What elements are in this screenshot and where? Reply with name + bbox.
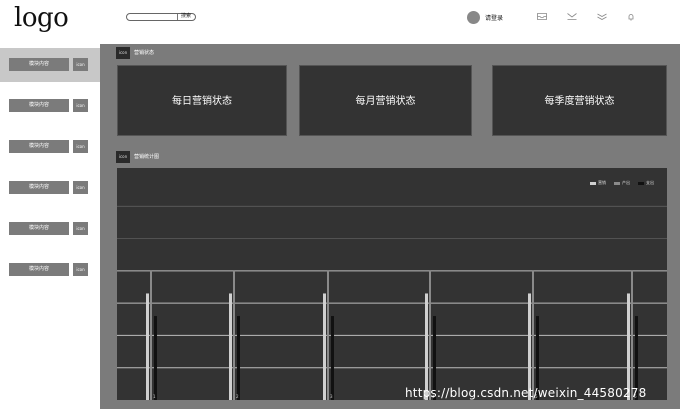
top-header: logo 搜索 请登录	[0, 0, 685, 44]
sidebar-item-label: 模块内容	[9, 140, 69, 153]
sidebar-item-label: 模块内容	[9, 99, 69, 112]
sidebar: 模块内容 icon 模块内容 icon 模块内容 icon 模块内容 icon …	[0, 44, 100, 415]
daily-status-card[interactable]: 每日营销状态	[117, 65, 287, 136]
bar-1-6	[627, 293, 630, 400]
sidebar-item-5[interactable]: 模块内容 icon	[9, 222, 88, 235]
overview-section-title: 营销状态	[134, 50, 155, 56]
bar-3-2	[237, 316, 240, 400]
monthly-status-card[interactable]: 每月营销状态	[299, 65, 472, 136]
mail-icon[interactable]	[567, 13, 577, 22]
bar-2-2	[233, 270, 235, 400]
bar-1-5	[528, 293, 531, 400]
sidebar-item-icon: icon	[73, 99, 88, 112]
sidebar-item-3[interactable]: 模块内容 icon	[9, 140, 88, 153]
watermark: https://blog.csdn.net/weixin_44580278	[405, 386, 647, 400]
login-link[interactable]: 请登录	[485, 13, 503, 22]
bar-3-3	[331, 316, 334, 400]
sidebar-item-icon: icon	[73, 181, 88, 194]
search-button[interactable]: 搜索	[181, 12, 191, 21]
search-divider	[177, 14, 178, 20]
bar-2-3	[327, 270, 329, 400]
bar-1-4	[425, 293, 428, 400]
avatar[interactable]	[467, 11, 480, 24]
logo: logo	[14, 3, 69, 33]
bar-2-4	[429, 270, 431, 400]
bar-1-3	[323, 293, 326, 400]
sidebar-item-1[interactable]: 模块内容 icon	[9, 58, 88, 71]
bar-2-6	[631, 270, 633, 400]
bar-2-1	[150, 270, 152, 400]
stats-section-icon: icon	[116, 151, 130, 163]
search-input[interactable]: 搜索	[126, 13, 196, 21]
overview-section-icon: icon	[116, 47, 130, 59]
sidebar-item-label: 模块内容	[9, 222, 69, 235]
sidebar-item-label: 模块内容	[9, 263, 69, 276]
sidebar-item-icon: icon	[73, 263, 88, 276]
bar-1-2	[229, 293, 232, 400]
bar-1-1	[146, 293, 149, 400]
main-content: icon 营销状态 每日营销状态 每月营销状态 每季度营销状态 icon 营销统…	[100, 44, 680, 409]
sidebar-item-icon: icon	[73, 222, 88, 235]
sidebar-item-icon: icon	[73, 58, 88, 71]
tray-icon[interactable]	[537, 13, 547, 22]
bell-icon[interactable]	[627, 13, 635, 23]
marketing-chart: 营销 产出 支出 123456	[117, 168, 667, 400]
bar-3-1	[154, 316, 157, 400]
message-icon[interactable]	[597, 13, 607, 22]
quarterly-status-card[interactable]: 每季度营销状态	[492, 65, 667, 136]
chart-plot: 123456	[117, 205, 667, 400]
sidebar-item-icon: icon	[73, 140, 88, 153]
sidebar-item-2[interactable]: 模块内容 icon	[9, 99, 88, 112]
bar-2-5	[532, 270, 534, 400]
sidebar-item-6[interactable]: 模块内容 icon	[9, 263, 88, 276]
sidebar-item-4[interactable]: 模块内容 icon	[9, 181, 88, 194]
stats-section-title: 营销统计图	[134, 154, 160, 160]
sidebar-item-label: 模块内容	[9, 181, 69, 194]
sidebar-item-label: 模块内容	[9, 58, 69, 71]
